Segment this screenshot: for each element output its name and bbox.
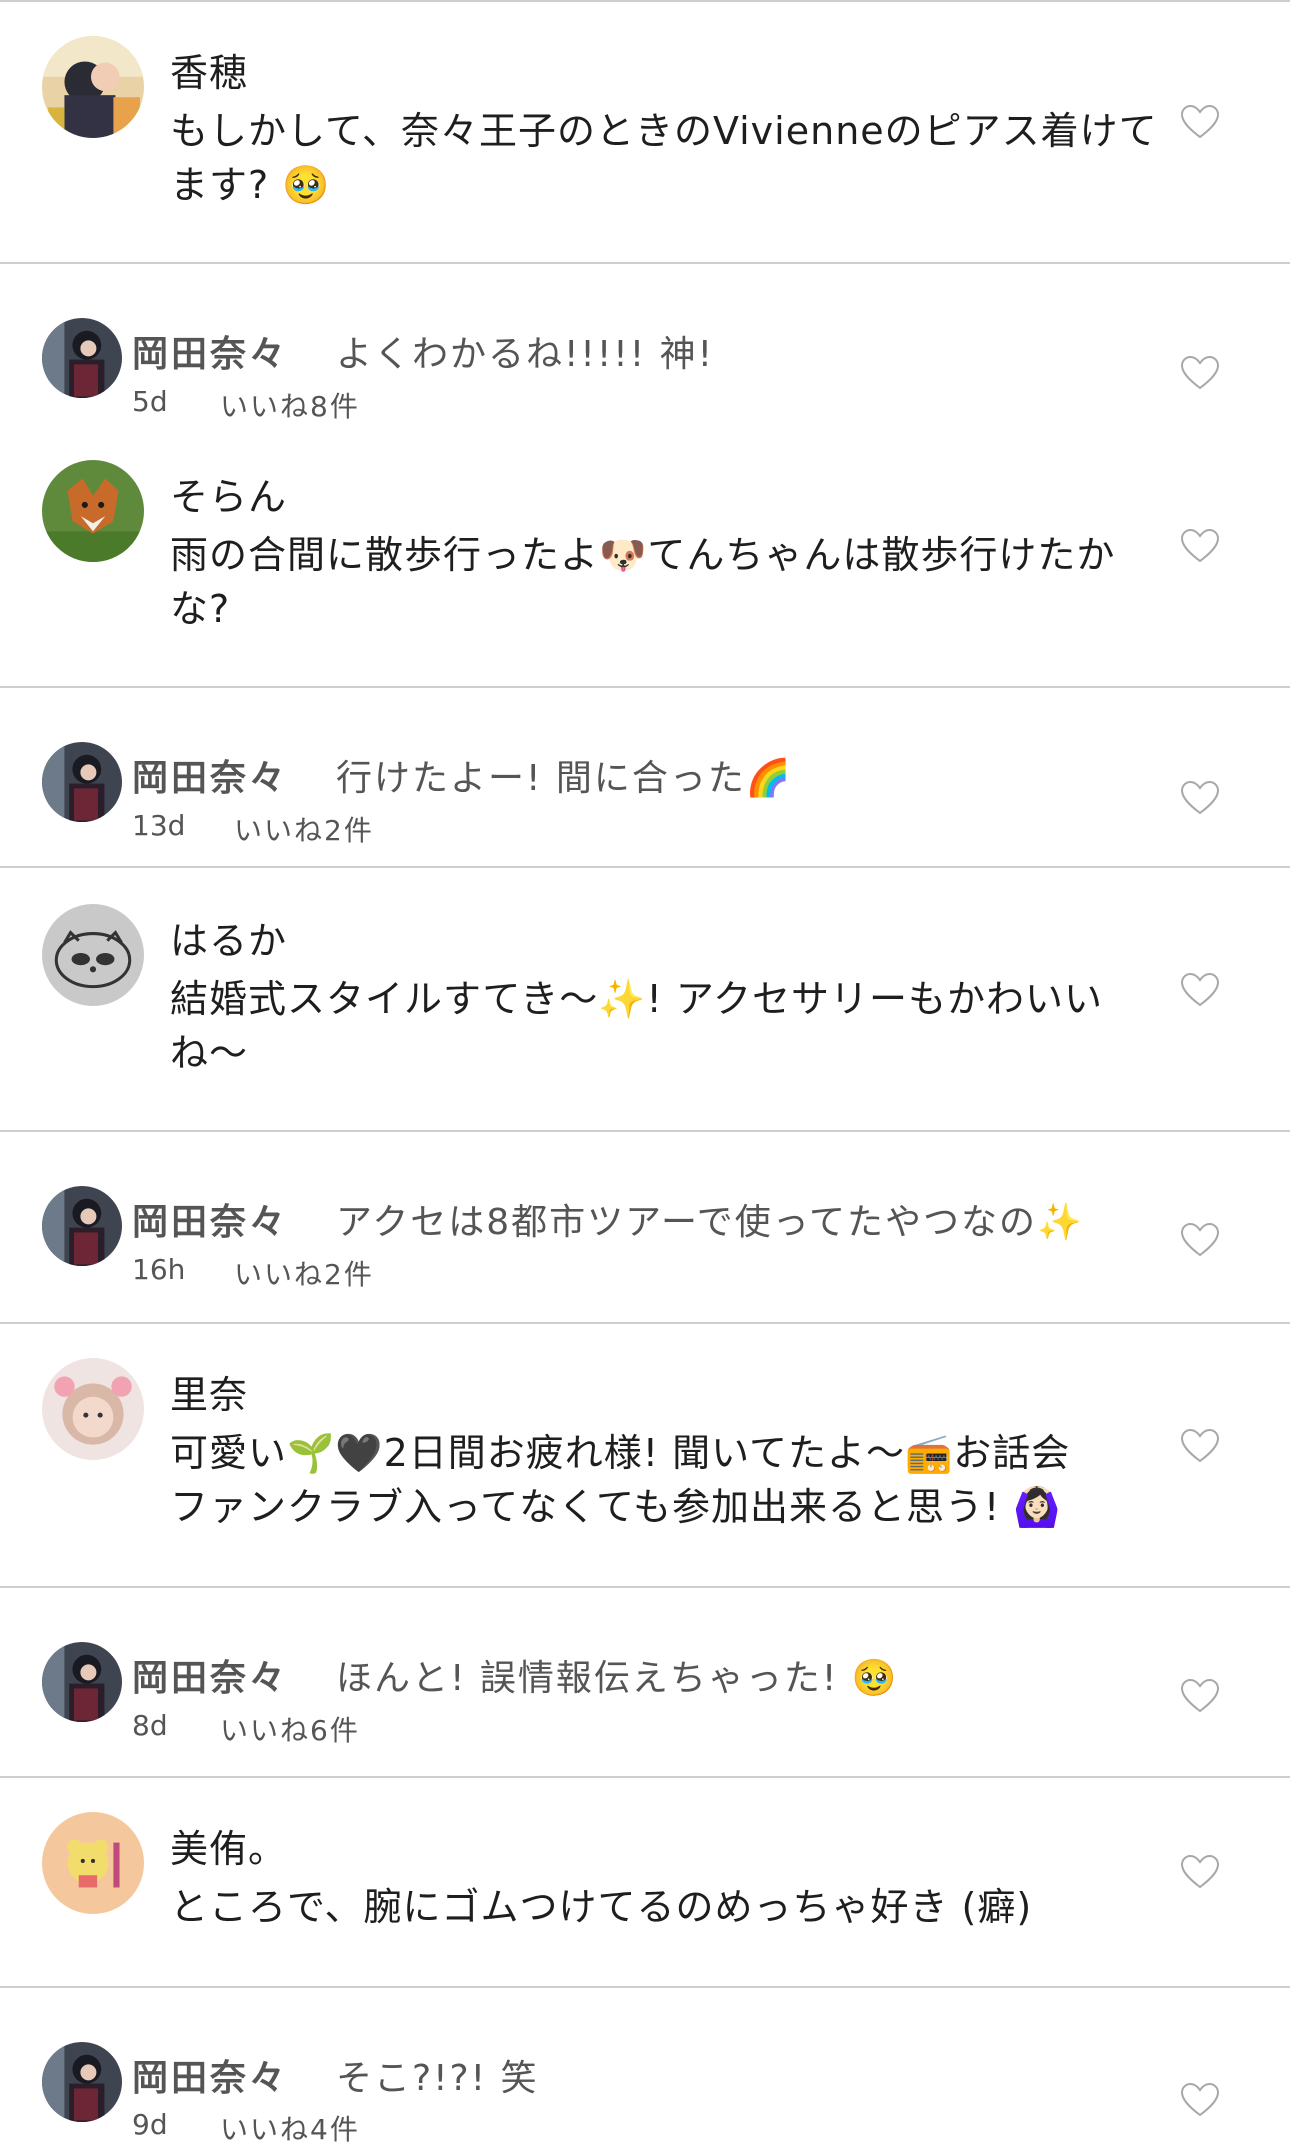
avatar[interactable] xyxy=(42,1642,122,1722)
reply-text: アクセは8都市ツアーで使ってたやつなの✨ xyxy=(336,1202,1084,1243)
comment-text-line-2: ファンクラブ入ってなくても参加出来ると思う! 🙆🏻‍♀️ xyxy=(170,1485,1062,1529)
reply-likes[interactable]: いいね2件 xyxy=(234,809,374,849)
reply-author[interactable]: 岡田奈々 xyxy=(132,1649,288,1701)
avatar[interactable] xyxy=(42,36,144,138)
top-divider xyxy=(0,0,1290,2)
avatar[interactable] xyxy=(42,1812,144,1914)
like-heart-icon[interactable] xyxy=(1180,780,1220,816)
reply-text: ほんと! 誤情報伝えちゃった! 🥹 xyxy=(336,1658,899,1699)
avatar[interactable] xyxy=(42,742,122,822)
comment-author[interactable]: 里奈 xyxy=(170,1364,248,1419)
like-heart-icon[interactable] xyxy=(1180,1428,1220,1464)
raccoon-drawing-avatar xyxy=(42,904,144,1006)
reply-text: そこ?!?! 笑 xyxy=(336,2058,539,2099)
like-heart-icon[interactable] xyxy=(1180,1222,1220,1258)
reply-time: 13d xyxy=(132,809,186,842)
divider xyxy=(0,866,1290,868)
fox-avatar xyxy=(42,460,144,562)
user-photo-avatar xyxy=(42,36,144,138)
divider xyxy=(0,1586,1290,1588)
reply-author[interactable]: 岡田奈々 xyxy=(132,2049,288,2101)
bear-sticker-avatar xyxy=(42,1812,144,1914)
reply-likes[interactable]: いいね6件 xyxy=(220,1709,360,1749)
avatar[interactable] xyxy=(42,2042,122,2122)
like-heart-icon[interactable] xyxy=(1180,1854,1220,1890)
avatar[interactable] xyxy=(42,1186,122,1266)
okada-nana-avatar xyxy=(42,318,122,398)
reply-author[interactable]: 岡田奈々 xyxy=(132,749,288,801)
like-heart-icon[interactable] xyxy=(1180,1678,1220,1714)
reply-time: 9d xyxy=(132,2108,168,2141)
comment-text: ところで、腕にゴムつけてるのめっちゃ好き (癖) xyxy=(170,1885,1033,1929)
like-heart-icon[interactable] xyxy=(1180,104,1220,140)
avatar[interactable] xyxy=(42,1358,144,1460)
reply-time: 8d xyxy=(132,1709,168,1742)
reply-text: よくわかるね!!!!! 神! xyxy=(336,334,715,375)
reply-likes[interactable]: いいね8件 xyxy=(220,385,360,425)
comment-text: 結婚式スタイルすてき〜✨! アクセサリーもかわいいね〜 xyxy=(170,977,1103,1075)
reply-text: 行けたよー! 間に合った🌈 xyxy=(336,758,793,799)
comment-text-line-1: 可愛い🌱🖤2日間お疲れ様! 聞いてたよ〜📻お話会 xyxy=(170,1431,1071,1475)
okada-nana-avatar xyxy=(42,2042,122,2122)
reply-author[interactable]: 岡田奈々 xyxy=(132,1193,288,1245)
comment-author[interactable]: そらん xyxy=(170,466,287,521)
divider xyxy=(0,1776,1290,1778)
like-heart-icon[interactable] xyxy=(1180,972,1220,1008)
divider xyxy=(0,1322,1290,1324)
like-heart-icon[interactable] xyxy=(1180,2082,1220,2118)
like-heart-icon[interactable] xyxy=(1180,528,1220,564)
okada-nana-avatar xyxy=(42,742,122,822)
divider xyxy=(0,262,1290,264)
reply-likes[interactable]: いいね2件 xyxy=(234,1253,374,1293)
divider xyxy=(0,1986,1290,1988)
reply-likes[interactable]: いいね4件 xyxy=(220,2108,360,2148)
like-heart-icon[interactable] xyxy=(1180,355,1220,391)
avatar[interactable] xyxy=(42,460,144,562)
comment-author[interactable]: はるか xyxy=(170,910,287,965)
comment-text: もしかして、奈々王子のときのVivienneのピアス着けてます? 🥹 xyxy=(170,109,1158,207)
okada-nana-avatar xyxy=(42,1186,122,1266)
comment-text: 雨の合間に散歩行ったよ🐶てんちゃんは散歩行けたかな? xyxy=(170,533,1116,631)
reply-time: 5d xyxy=(132,385,168,418)
reply-time: 16h xyxy=(132,1253,186,1286)
reply-author[interactable]: 岡田奈々 xyxy=(132,325,288,377)
comment-author[interactable]: 香穂 xyxy=(170,42,248,97)
divider xyxy=(0,686,1290,688)
user-photo-avatar xyxy=(42,1358,144,1460)
comment-author[interactable]: 美侑。 xyxy=(170,1818,287,1873)
avatar[interactable] xyxy=(42,318,122,398)
divider xyxy=(0,1130,1290,1132)
avatar[interactable] xyxy=(42,904,144,1006)
okada-nana-avatar xyxy=(42,1642,122,1722)
